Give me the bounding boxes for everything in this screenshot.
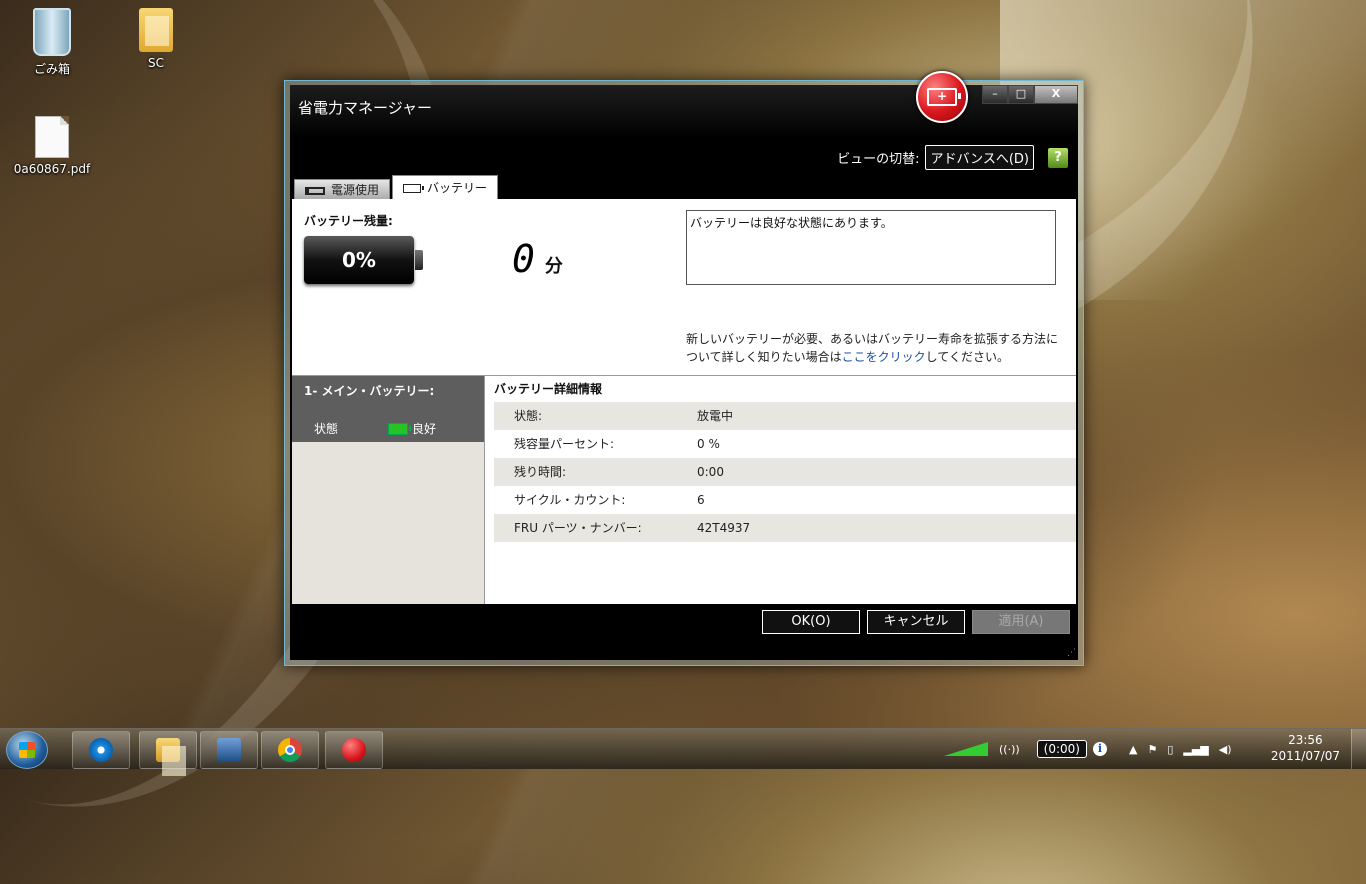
tab-label: 電源使用: [331, 183, 380, 197]
main-battery-header[interactable]: 1- メイン・バッテリー:: [292, 376, 484, 414]
clock-date: 2011/07/07: [1270, 749, 1340, 763]
action-center-icon[interactable]: ⚑: [1147, 743, 1157, 756]
window-title: 省電力マネージャー: [298, 99, 432, 117]
battery-tab-content: バッテリー残量: 0% 0 分 バッテリーは良好な状態にあります。 新しいバッテ…: [292, 199, 1076, 604]
remaining-minutes-unit: 分: [544, 256, 563, 277]
status-value: 良好: [388, 420, 436, 437]
click-here-link[interactable]: ここをクリック: [842, 350, 926, 364]
remaining-time: 0 分: [512, 237, 563, 281]
desktop-icon-label: 0a60867.pdf: [13, 162, 91, 176]
internet-explorer-icon: [89, 738, 113, 762]
pdf-file-icon: [35, 116, 69, 158]
info-icon[interactable]: i: [1092, 742, 1107, 756]
minimize-button[interactable]: –: [982, 85, 1008, 104]
battery-details-section: 1- メイン・バッテリー: 状態 良好 バッテリー詳細情報 状態: 放電中 残容…: [292, 375, 1076, 604]
detail-value: 0:00: [697, 465, 724, 479]
desktop-icon-label: ごみ箱: [33, 62, 70, 76]
taskbar: ((·)) (0:00) i ▲ ⚑ ▯ ▂▄▆ ◀) 23:56 2011/0…: [0, 728, 1366, 776]
help-icon[interactable]: ?: [1048, 147, 1068, 168]
tab-label: バッテリー: [427, 181, 488, 195]
view-switch-row: ビューの切替: アドバンスへ(D) ?: [837, 145, 1068, 170]
window-body: 省電力マネージャー + – □ X ビューの切替: アドバンスへ(D) ? 電源…: [290, 71, 1078, 660]
detail-key: 残り時間:: [514, 465, 567, 479]
start-button[interactable]: [6, 731, 48, 769]
battery-level-gauge: 0%: [304, 236, 423, 284]
desktop-icon-recycle-bin[interactable]: ごみ箱: [12, 8, 92, 77]
remaining-minutes-value: 0: [512, 237, 535, 281]
taskbar-internet-explorer[interactable]: [72, 731, 130, 769]
wireless-icon[interactable]: ((·)): [999, 743, 1020, 756]
battery-status-message: バッテリーは良好な状態にあります。: [686, 210, 1056, 285]
dialog-buttons: OK(O) キャンセル 適用(A): [762, 610, 1070, 634]
show-desktop-button[interactable]: [1351, 729, 1366, 769]
plug-icon: [305, 186, 325, 195]
detail-value: 6: [697, 493, 705, 507]
main-battery-status-row[interactable]: 状態 良好: [292, 414, 484, 442]
power-manager-icon: [342, 738, 366, 762]
detail-row: 状態: 放電中: [494, 402, 1076, 430]
detail-value: 0 %: [697, 437, 720, 451]
taskbar-explorer[interactable]: [139, 731, 197, 776]
detail-key: 状態:: [514, 409, 543, 423]
taskbar-power-manager[interactable]: [325, 731, 383, 769]
chrome-icon: [278, 738, 302, 762]
recycle-bin-icon: [33, 8, 71, 56]
power-manager-window: 省電力マネージャー + – □ X ビューの切替: アドバンスへ(D) ? 電源…: [284, 71, 1084, 666]
detail-key: サイクル・カウント:: [514, 493, 626, 507]
details-header: バッテリー詳細情報: [494, 382, 603, 396]
network-status-icon[interactable]: ▂▄▆: [1183, 743, 1208, 756]
power-icon[interactable]: ▯: [1167, 743, 1173, 756]
tab-battery[interactable]: バッテリー: [392, 175, 499, 200]
signal-strength-icon[interactable]: [944, 742, 988, 756]
cancel-button[interactable]: キャンセル: [867, 610, 965, 634]
detail-key: 残容量パーセント:: [514, 437, 615, 451]
volume-icon[interactable]: ◀): [1219, 743, 1232, 756]
detail-row: サイクル・カウント: 6: [494, 486, 1076, 514]
network-icon: [217, 738, 241, 762]
folder-icon: [139, 8, 173, 52]
clock-time: 23:56: [1288, 733, 1323, 747]
apply-button[interactable]: 適用(A): [972, 610, 1070, 634]
desktop-icon-sc-folder[interactable]: SC: [116, 8, 196, 70]
battery-list: 1- メイン・バッテリー: 状態 良好: [292, 376, 485, 604]
desktop-icon-pdf-file[interactable]: 0a60867.pdf: [12, 116, 92, 176]
detail-row: FRU パーツ・ナンバー: 42T4937: [494, 514, 1076, 542]
clock[interactable]: 23:56 2011/07/07: [1271, 732, 1340, 764]
battery-icon: [403, 184, 425, 193]
show-hidden-icons-icon[interactable]: ▲: [1129, 743, 1137, 756]
taskbar-network[interactable]: [200, 731, 258, 769]
status-key: 状態: [314, 422, 339, 436]
desktop-icon-label: SC: [148, 56, 164, 70]
new-battery-text-end: してください。: [925, 350, 1009, 364]
battery-remaining-label: バッテリー残量:: [304, 214, 393, 228]
close-button[interactable]: X: [1034, 85, 1078, 104]
maximize-button[interactable]: □: [1008, 85, 1034, 104]
detail-value: 放電中: [697, 409, 734, 423]
resize-grip-icon[interactable]: ⋰: [1067, 648, 1076, 658]
status-value-text: 良好: [412, 422, 437, 436]
battery-time-indicator[interactable]: (0:00): [1036, 740, 1087, 758]
tab-bar: 電源使用 バッテリー: [294, 175, 500, 200]
detail-key: FRU パーツ・ナンバー:: [514, 521, 642, 535]
taskbar-chrome[interactable]: [261, 731, 319, 769]
tab-power-usage[interactable]: 電源使用: [294, 179, 391, 200]
detail-row: 残容量パーセント: 0 %: [494, 430, 1076, 458]
detail-value: 42T4937: [697, 521, 751, 535]
battery-good-icon: [388, 422, 411, 435]
power-manager-logo-icon: +: [916, 71, 968, 123]
view-switch-label: ビューの切替:: [837, 152, 920, 167]
new-battery-info: 新しいバッテリーが必要、あるいはバッテリー寿命を拡張する方法について詳しく知りた…: [686, 330, 1066, 366]
battery-details-pane: バッテリー詳細情報 状態: 放電中 残容量パーセント: 0 % 残り時間: 0:…: [486, 376, 1076, 604]
window-controls: – □ X: [982, 85, 1078, 104]
folder-icon: [156, 738, 186, 776]
ok-button[interactable]: OK(O): [762, 610, 860, 634]
advanced-view-button[interactable]: アドバンスへ(D): [925, 145, 1034, 170]
system-tray: ((·)) (0:00) i ▲ ⚑ ▯ ▂▄▆ ◀): [938, 731, 1237, 767]
detail-row: 残り時間: 0:00: [494, 458, 1076, 486]
